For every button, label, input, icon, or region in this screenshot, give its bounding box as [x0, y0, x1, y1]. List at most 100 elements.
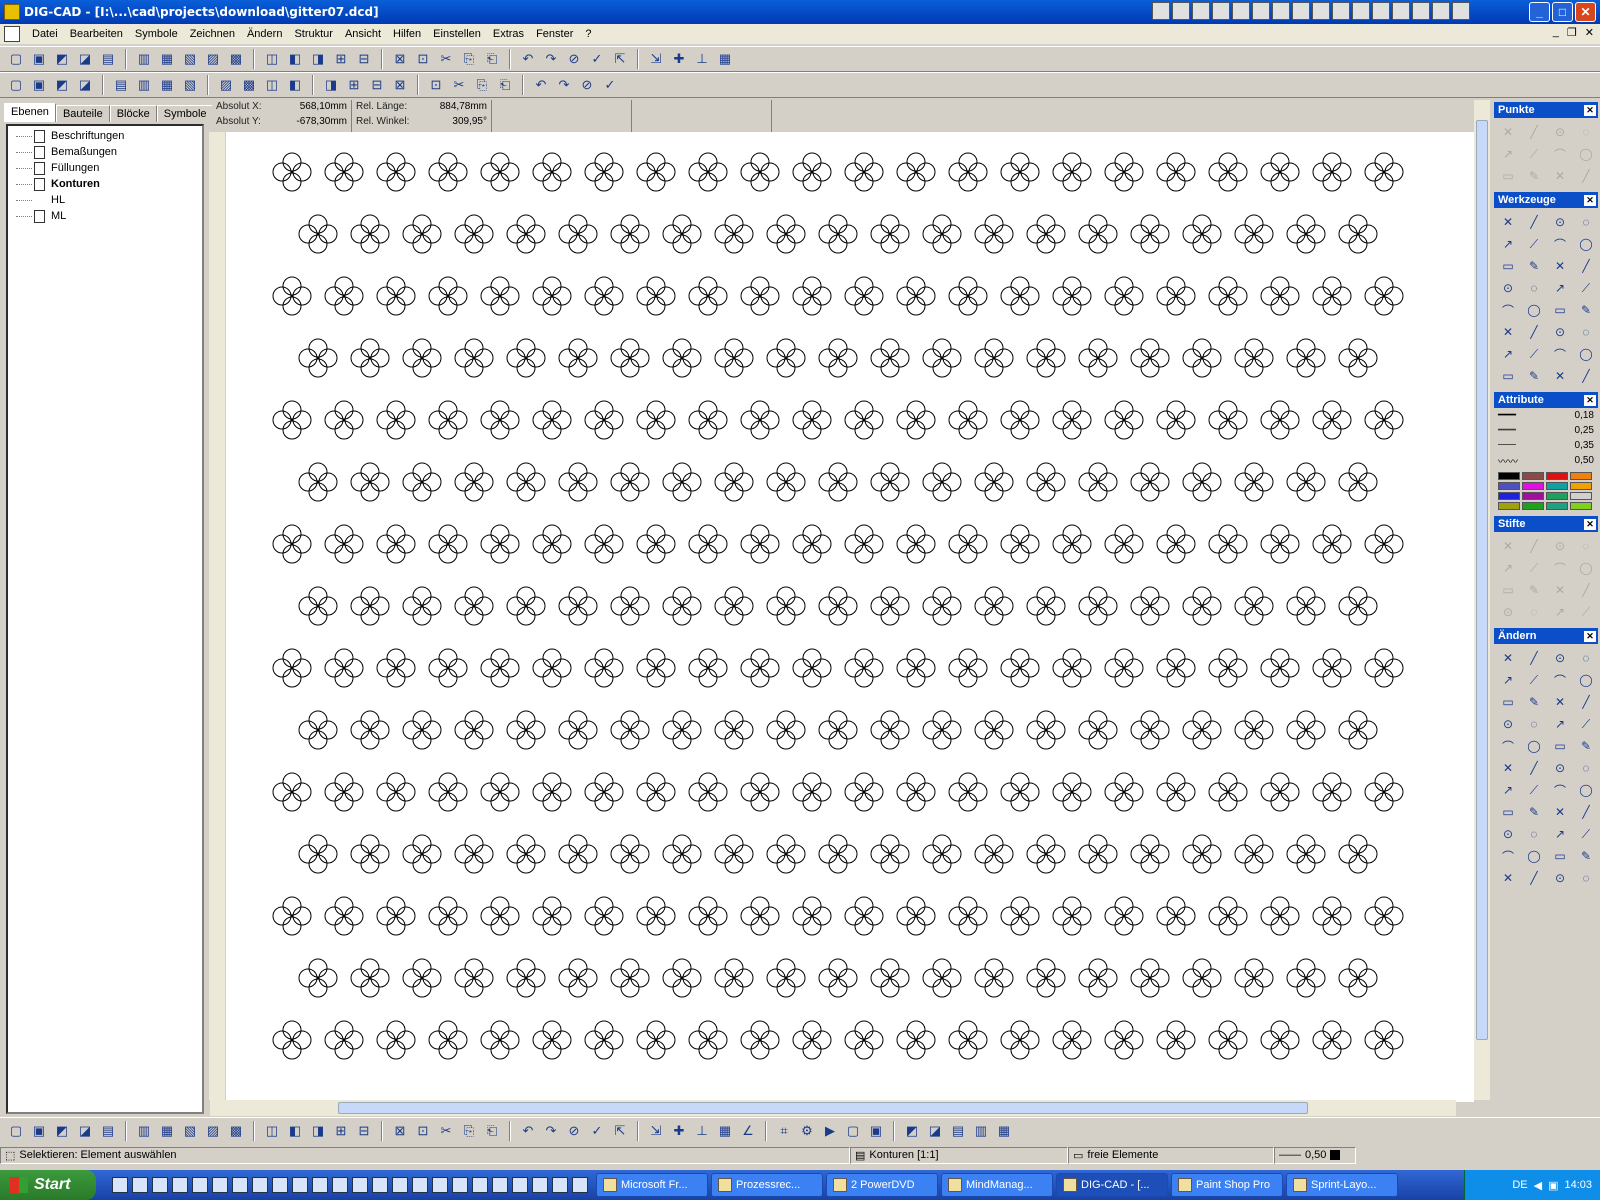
- line-width-selector[interactable]: —— 0,50: [1274, 1146, 1356, 1164]
- palette-tool-icon[interactable]: ✕: [1549, 692, 1571, 712]
- palette-tool-icon[interactable]: ⟋: [1575, 278, 1597, 298]
- palette-tool-icon[interactable]: ╱: [1523, 648, 1545, 668]
- document-icon[interactable]: [4, 26, 20, 42]
- palette-tool-icon[interactable]: ⟋: [1523, 558, 1545, 578]
- palette-tool-icon[interactable]: ↗: [1549, 278, 1571, 298]
- palette-tool-icon[interactable]: ◯: [1575, 558, 1597, 578]
- draw-tool-icon[interactable]: ◪: [925, 1121, 945, 1141]
- draw-tool-icon[interactable]: ◩: [52, 1121, 72, 1141]
- draw-tool-icon[interactable]: ▤: [948, 1121, 968, 1141]
- library-icon[interactable]: ▦: [157, 49, 177, 69]
- palette-tool-icon[interactable]: ✕: [1497, 536, 1519, 556]
- palette-tool-icon[interactable]: ▭: [1549, 736, 1571, 756]
- color-swatch[interactable]: [1522, 472, 1544, 480]
- layer-item[interactable]: HL: [8, 192, 202, 208]
- quicklaunch-icon[interactable]: [532, 1177, 548, 1193]
- layer-edit-icon[interactable]: ◩: [52, 75, 72, 95]
- palette-tool-icon[interactable]: ▭: [1549, 846, 1571, 866]
- quicklaunch-icon[interactable]: [292, 1177, 308, 1193]
- color-swatch[interactable]: [1498, 502, 1520, 510]
- quicklaunch-icon[interactable]: [412, 1177, 428, 1193]
- menu-datei[interactable]: Datei: [26, 28, 64, 40]
- palette-tool-icon[interactable]: ◯: [1575, 144, 1597, 164]
- draw-tool-icon[interactable]: ✚: [669, 1121, 689, 1141]
- palette-tool-icon[interactable]: ✕: [1549, 366, 1571, 386]
- palette-tool-icon[interactable]: ✎: [1523, 692, 1545, 712]
- palette-tool-icon[interactable]: ⟋: [1523, 670, 1545, 690]
- draw-tool-icon[interactable]: ▩: [226, 1121, 246, 1141]
- print-preview-icon[interactable]: ◫: [262, 49, 282, 69]
- draw-tool-icon[interactable]: ▦: [994, 1121, 1014, 1141]
- color-swatch[interactable]: [1570, 502, 1592, 510]
- menu-zeichnen[interactable]: Zeichnen: [184, 28, 241, 40]
- draw-tool-icon[interactable]: ↶: [518, 1121, 538, 1141]
- new-icon[interactable]: ▢: [6, 49, 26, 69]
- draw-tool-icon[interactable]: ▥: [134, 1121, 154, 1141]
- menu-aendern[interactable]: Ändern: [241, 28, 288, 40]
- palette-tool-icon[interactable]: ⟋: [1523, 234, 1545, 254]
- close-icon[interactable]: ✕: [1584, 630, 1596, 642]
- zoom-in-icon[interactable]: ⊘: [577, 75, 597, 95]
- palette-tool-icon[interactable]: ◯: [1575, 234, 1597, 254]
- menu-extras[interactable]: Extras: [487, 28, 530, 40]
- palette-tool-icon[interactable]: ✕: [1549, 256, 1571, 276]
- palette-tool-icon[interactable]: ╱: [1575, 366, 1597, 386]
- quicklaunch-icon[interactable]: [172, 1177, 188, 1193]
- horizontal-scrollbar[interactable]: [210, 1100, 1456, 1116]
- tab-ebenen[interactable]: Ebenen: [4, 103, 56, 122]
- palette-tool-icon[interactable]: ⊙: [1497, 824, 1519, 844]
- select-region-icon[interactable]: ◫: [262, 75, 282, 95]
- palette-tool-icon[interactable]: ↗: [1497, 780, 1519, 800]
- palette-tool-icon[interactable]: ╱: [1523, 322, 1545, 342]
- palette-tool-icon[interactable]: ⟋: [1575, 824, 1597, 844]
- palette-tool-icon[interactable]: ✎: [1575, 300, 1597, 320]
- back-icon[interactable]: ▤: [111, 75, 131, 95]
- arrange-icon[interactable]: ▨: [216, 75, 236, 95]
- draw-tool-icon[interactable]: ▨: [203, 1121, 223, 1141]
- draw-tool-icon[interactable]: ↷: [541, 1121, 561, 1141]
- draw-tool-icon[interactable]: ⎗: [482, 1121, 502, 1141]
- vertical-scrollbar[interactable]: [1474, 100, 1490, 1100]
- palette-tool-icon[interactable]: ↗: [1549, 824, 1571, 844]
- palette-tool-icon[interactable]: ⌒: [1549, 144, 1571, 164]
- tile-h-icon[interactable]: ▦: [157, 75, 177, 95]
- palette-tool-icon[interactable]: ⌒: [1497, 300, 1519, 320]
- palette-tool-icon[interactable]: ╱: [1575, 580, 1597, 600]
- palette-tool-icon[interactable]: ✎: [1523, 366, 1545, 386]
- zoom-prev-icon[interactable]: ↷: [554, 75, 574, 95]
- quicklaunch-icon[interactable]: [552, 1177, 568, 1193]
- draw-tool-icon[interactable]: ▢: [6, 1121, 26, 1141]
- draw-tool-icon[interactable]: ▶: [820, 1121, 840, 1141]
- menu-struktur[interactable]: Struktur: [288, 28, 339, 40]
- draw-tool-icon[interactable]: ▥: [971, 1121, 991, 1141]
- palette-tool-icon[interactable]: ✎: [1523, 166, 1545, 186]
- palette-tool-icon[interactable]: ◯: [1575, 670, 1597, 690]
- palette-tool-icon[interactable]: ▭: [1497, 802, 1519, 822]
- task-button[interactable]: Microsoft Fr...: [596, 1173, 708, 1197]
- palette-tool-icon[interactable]: ✎: [1575, 846, 1597, 866]
- palette-tool-icon[interactable]: ↗: [1549, 602, 1571, 622]
- menu-symbole[interactable]: Symbole: [129, 28, 184, 40]
- exit-icon[interactable]: ↷: [541, 49, 561, 69]
- close-icon[interactable]: ◨: [321, 75, 341, 95]
- palette-tool-icon[interactable]: ↗: [1497, 344, 1519, 364]
- layer-item[interactable]: ML: [8, 208, 202, 224]
- task-button[interactable]: MindManag...: [941, 1173, 1053, 1197]
- draw-tool-icon[interactable]: ⊠: [390, 1121, 410, 1141]
- close-icon[interactable]: ✕: [1584, 194, 1596, 206]
- quicklaunch-icon[interactable]: [352, 1177, 368, 1193]
- palette-tool-icon[interactable]: ✕: [1549, 166, 1571, 186]
- palette-tool-icon[interactable]: ⌒: [1549, 344, 1571, 364]
- mail-icon[interactable]: ▨: [203, 49, 223, 69]
- close-icon[interactable]: ✕: [1584, 394, 1596, 406]
- draw-tool-icon[interactable]: ⊞: [331, 1121, 351, 1141]
- palette-tool-icon[interactable]: ↗: [1497, 234, 1519, 254]
- dimension-icon[interactable]: ✓: [587, 49, 607, 69]
- draw-tool-icon[interactable]: ▦: [715, 1121, 735, 1141]
- palette-tool-icon[interactable]: ╱: [1575, 692, 1597, 712]
- color-swatch[interactable]: [1498, 492, 1520, 500]
- tray-app-icon[interactable]: [1152, 2, 1170, 20]
- tray-app-icon[interactable]: [1272, 2, 1290, 20]
- tile-v-icon[interactable]: ▧: [180, 75, 200, 95]
- line-width-option[interactable]: ┄┄┄ 0,35: [1494, 438, 1598, 453]
